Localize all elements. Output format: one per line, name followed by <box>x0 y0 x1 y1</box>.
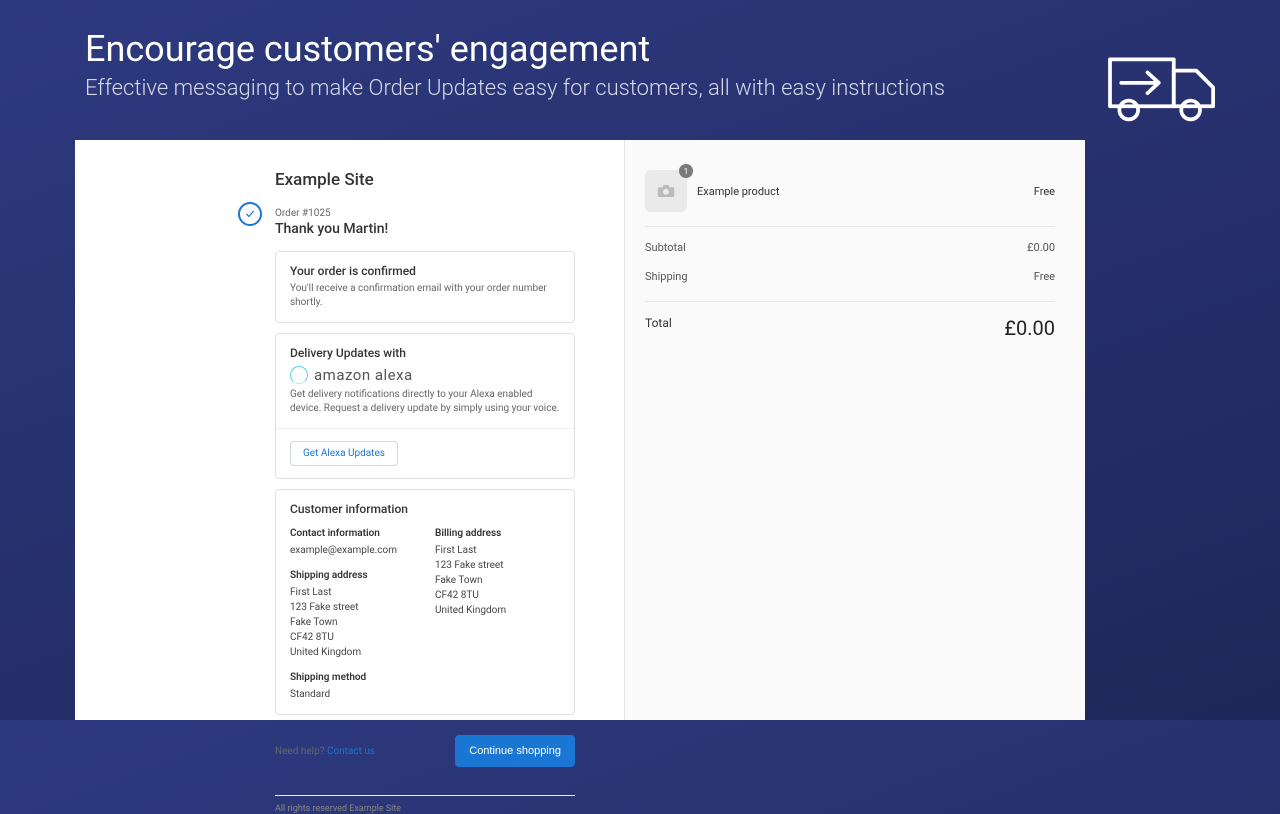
shipping-address-heading: Shipping address <box>290 568 415 583</box>
help-prefix: Need help? <box>275 746 327 757</box>
shipping-value: Free <box>1034 270 1055 283</box>
contact-us-link[interactable]: Contact us <box>327 746 375 757</box>
checkout-left-column: Example Site Order #1025 Thank you Marti… <box>75 140 625 720</box>
order-confirmed-card: Your order is confirmed You'll receive a… <box>275 251 575 323</box>
ship-postcode: CF42 8TU <box>290 630 415 645</box>
subtotal-label: Subtotal <box>645 241 686 254</box>
contact-heading: Contact information <box>290 526 415 541</box>
site-title: Example Site <box>275 170 624 190</box>
bill-name: First Last <box>435 543 560 558</box>
thank-you-message: Thank you Martin! <box>275 221 624 237</box>
delivery-truck-icon <box>1105 50 1220 125</box>
customer-information-card: Customer information Contact information… <box>275 489 575 715</box>
billing-address-heading: Billing address <box>435 526 560 541</box>
ship-name: First Last <box>290 585 415 600</box>
bill-postcode: CF42 8TU <box>435 588 560 603</box>
alexa-ring-icon <box>290 366 308 384</box>
total-value: £0.00 <box>1004 316 1055 340</box>
hero-title: Encourage customers' engagement <box>85 30 1195 70</box>
product-row: 1 Example product Free <box>645 170 1055 227</box>
subtotal-line: Subtotal £0.00 <box>645 233 1055 262</box>
left-info-col: Contact information example@example.com … <box>290 526 415 702</box>
right-info-col: Billing address First Last 123 Fake stre… <box>435 526 560 702</box>
ship-country: United Kingdom <box>290 645 415 660</box>
rights-text: All rights reserved Example Site <box>275 795 575 814</box>
hero-header: Encourage customers' engagement Effectiv… <box>85 30 1195 101</box>
checkout-panel: Example Site Order #1025 Thank you Marti… <box>75 140 1085 720</box>
product-name: Example product <box>697 185 1024 198</box>
alexa-brand-row: amazon alexa <box>290 366 560 384</box>
total-line: Total £0.00 <box>645 302 1055 354</box>
bill-country: United Kingdom <box>435 603 560 618</box>
alexa-updates-card: Delivery Updates with amazon alexa Get d… <box>275 333 575 479</box>
bill-city: Fake Town <box>435 573 560 588</box>
product-price: Free <box>1034 185 1055 198</box>
total-label: Total <box>645 316 672 340</box>
success-check-icon <box>238 202 262 226</box>
ship-city: Fake Town <box>290 615 415 630</box>
continue-shopping-button[interactable]: Continue shopping <box>455 735 575 767</box>
help-text: Need help? Contact us <box>275 746 375 757</box>
subtotal-value: £0.00 <box>1027 241 1055 254</box>
checkout-footer-row: Need help? Contact us Continue shopping <box>275 735 575 767</box>
bill-line1: 123 Fake street <box>435 558 560 573</box>
hero-subtitle: Effective messaging to make Order Update… <box>85 76 1195 101</box>
order-number: Order #1025 <box>275 208 624 219</box>
card-divider <box>276 428 574 429</box>
product-qty-badge: 1 <box>679 164 693 178</box>
contact-email: example@example.com <box>290 543 415 558</box>
order-summary-column: 1 Example product Free Subtotal £0.00 Sh… <box>625 140 1085 720</box>
confirmed-subtext: You'll receive a confirmation email with… <box>290 282 560 310</box>
alexa-brand-text: amazon alexa <box>314 366 413 384</box>
confirmed-title: Your order is confirmed <box>290 264 560 278</box>
shipping-method-value: Standard <box>290 687 415 702</box>
summary-lines: Subtotal £0.00 Shipping Free <box>645 227 1055 302</box>
alexa-title: Delivery Updates with <box>290 346 560 360</box>
customer-info-heading: Customer information <box>290 502 560 516</box>
get-alexa-updates-button[interactable]: Get Alexa Updates <box>290 441 398 466</box>
product-thumbnail: 1 <box>645 170 687 212</box>
camera-icon <box>657 184 675 198</box>
shipping-line: Shipping Free <box>645 262 1055 291</box>
ship-line1: 123 Fake street <box>290 600 415 615</box>
alexa-description: Get delivery notifications directly to y… <box>290 388 560 416</box>
shipping-method-heading: Shipping method <box>290 670 415 685</box>
shipping-label: Shipping <box>645 270 688 283</box>
